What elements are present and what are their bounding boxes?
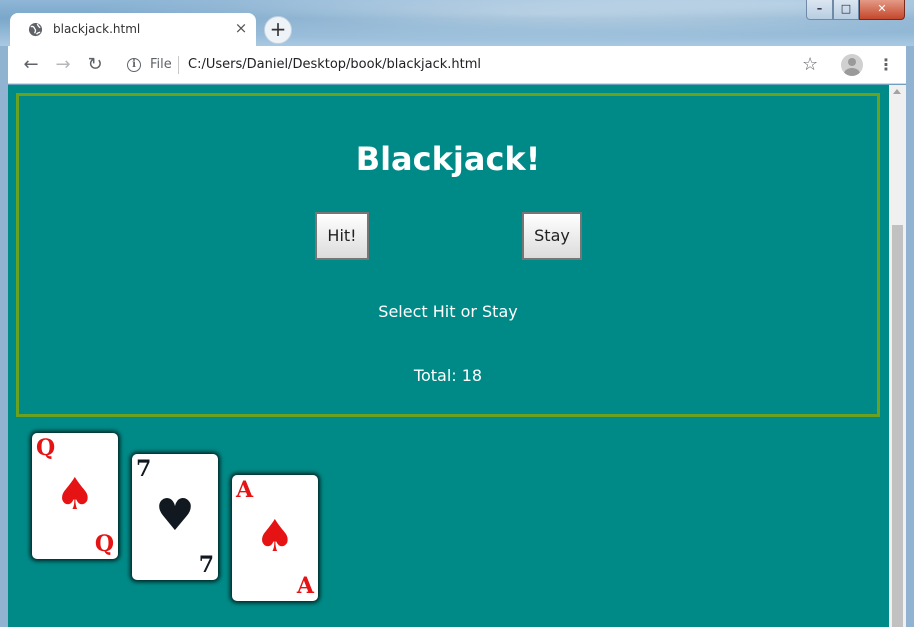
back-arrow-icon[interactable]: ← xyxy=(20,55,42,77)
playing-card: A ♠ A xyxy=(232,475,318,601)
forward-arrow-icon[interactable]: → xyxy=(52,55,74,77)
vertical-scrollbar[interactable] xyxy=(889,85,906,627)
scroll-up-arrow-icon[interactable] xyxy=(893,89,901,94)
card-rank-bottom: Q xyxy=(94,531,114,557)
card-rank-bottom: A xyxy=(296,573,314,599)
globe-icon xyxy=(28,22,43,37)
card-rank-top: Q xyxy=(36,435,56,461)
scrollbar-thumb[interactable] xyxy=(892,225,903,627)
window-frame-left xyxy=(0,46,8,627)
card-rank-top: 7 xyxy=(136,456,152,482)
browser-toolbar: ← → ↻ i File C:/Users/Daniel/Desktop/boo… xyxy=(8,46,906,84)
close-window-button[interactable]: ✕ xyxy=(859,0,905,20)
address-divider xyxy=(178,56,179,74)
playing-card: Q ♠ Q xyxy=(32,433,118,559)
status-message: Select Hit or Stay xyxy=(378,302,518,321)
spade-icon: ♠ xyxy=(55,469,95,520)
maximize-icon: □ xyxy=(840,2,852,15)
stay-button[interactable]: Stay xyxy=(522,212,582,260)
close-icon: ✕ xyxy=(877,2,887,15)
window-title-bar: blackjack.html × + – □ ✕ xyxy=(0,0,914,46)
game-panel: Blackjack! Hit! Stay Select Hit or Stay … xyxy=(16,93,880,417)
hand-total: Total: 18 xyxy=(413,366,483,385)
window-frame-right xyxy=(906,46,914,627)
minimize-button[interactable]: – xyxy=(806,0,833,20)
card-rank-top: A xyxy=(236,477,254,503)
spade-icon: ♠ xyxy=(255,511,295,562)
info-icon[interactable]: i xyxy=(127,58,141,72)
reload-icon[interactable]: ↻ xyxy=(84,55,106,77)
playing-card: 7 ♥ 7 xyxy=(132,454,218,580)
page-content: Blackjack! Hit! Stay Select Hit or Stay … xyxy=(8,85,889,627)
maximize-button[interactable]: □ xyxy=(833,0,859,20)
browser-tab[interactable]: blackjack.html × xyxy=(10,13,256,46)
heart-icon: ♥ xyxy=(155,490,195,541)
file-scheme-label[interactable]: File xyxy=(150,57,172,72)
card-rank-bottom: 7 xyxy=(198,552,214,578)
profile-avatar-icon[interactable] xyxy=(841,54,863,76)
page-title: Blackjack! xyxy=(355,140,541,178)
tab-title: blackjack.html xyxy=(53,22,141,36)
minimize-icon: – xyxy=(816,2,823,15)
address-bar-url[interactable]: C:/Users/Daniel/Desktop/book/blackjack.h… xyxy=(188,57,481,72)
hit-button[interactable]: Hit! xyxy=(315,212,369,260)
new-tab-button[interactable]: + xyxy=(264,16,292,44)
menu-kebab-icon[interactable]: ⋮ xyxy=(878,55,894,74)
bookmark-star-icon[interactable]: ☆ xyxy=(802,54,818,75)
tab-close-icon[interactable]: × xyxy=(232,19,250,37)
